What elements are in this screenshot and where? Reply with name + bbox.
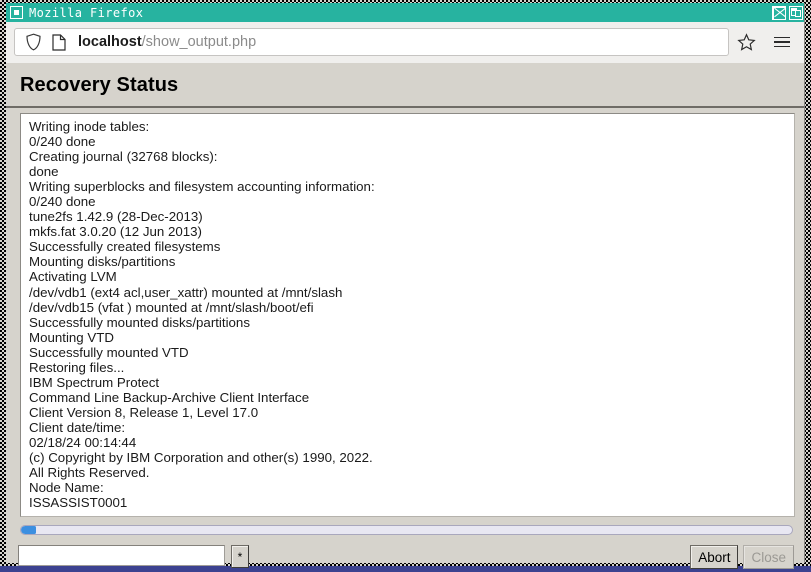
page-title: Recovery Status bbox=[20, 74, 179, 96]
bottom-action-bar: * Abort Close bbox=[6, 535, 805, 569]
app-window-icon bbox=[10, 6, 23, 19]
title-divider bbox=[6, 106, 805, 108]
address-bar-text[interactable]: localhost/show_output.php bbox=[78, 34, 256, 50]
page-icon[interactable] bbox=[52, 33, 66, 51]
page-content: Recovery Status Writing inode tables: 0/… bbox=[6, 63, 805, 569]
browser-toolbar: localhost/show_output.php bbox=[6, 22, 805, 63]
progress-bar-fill bbox=[21, 526, 37, 534]
abort-button[interactable]: Abort bbox=[690, 545, 739, 569]
url-host: localhost bbox=[78, 34, 142, 50]
window-title: Mozilla Firefox bbox=[29, 5, 144, 20]
screen: Mozilla Firefox localhost/show_output.ph… bbox=[0, 0, 811, 572]
output-textarea[interactable]: Writing inode tables: 0/240 done Creatin… bbox=[20, 113, 795, 517]
maximize-icon[interactable] bbox=[772, 5, 786, 20]
url-path: /show_output.php bbox=[141, 34, 257, 50]
command-input[interactable] bbox=[18, 545, 225, 566]
progress-row bbox=[20, 525, 793, 535]
star-submit-button[interactable]: * bbox=[231, 545, 249, 568]
window-right-edge bbox=[804, 3, 805, 563]
window-titlebar[interactable]: Mozilla Firefox bbox=[6, 3, 805, 22]
close-button: Close bbox=[743, 545, 794, 569]
star-icon[interactable] bbox=[735, 31, 757, 53]
progress-bar[interactable] bbox=[20, 525, 793, 535]
restore-icon[interactable] bbox=[789, 5, 803, 20]
output-log-text: Writing inode tables: 0/240 done Creatin… bbox=[29, 119, 375, 511]
address-bar[interactable]: localhost/show_output.php bbox=[14, 28, 729, 56]
firefox-window: Mozilla Firefox localhost/show_output.ph… bbox=[6, 3, 805, 569]
shield-icon[interactable] bbox=[25, 33, 42, 51]
hamburger-menu-icon[interactable] bbox=[767, 29, 797, 55]
